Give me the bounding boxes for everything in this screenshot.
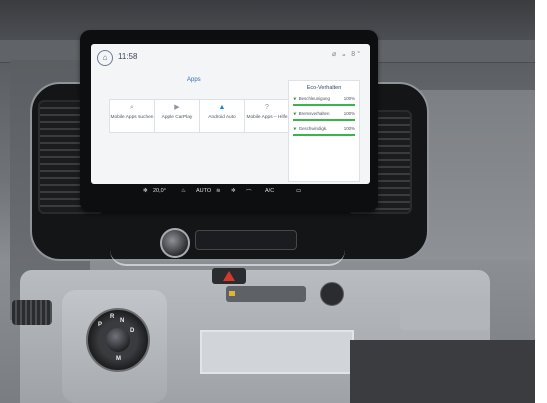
eco-value: 100% bbox=[343, 96, 355, 101]
right-cubby bbox=[400, 300, 490, 330]
eco-panel[interactable]: Eco-Verhalten ❦ Beschleunigung 100% ❦ Brems… bbox=[288, 80, 360, 182]
climate-bar[interactable]: ✻ 20,0° ♨ AUTO ≋ ✲ ⌒ A/C ▭ bbox=[91, 184, 370, 202]
eco-fill bbox=[293, 104, 355, 106]
android-auto-icon: ▲ bbox=[218, 104, 226, 111]
ac-button[interactable]: A/C bbox=[265, 188, 274, 194]
tile-apple-carplay[interactable]: ▶ Apple CarPlay bbox=[154, 99, 200, 133]
seat-heat-icon[interactable]: ♨ bbox=[181, 188, 186, 194]
eco-bar bbox=[293, 104, 355, 106]
gear-selector[interactable]: R N P D M bbox=[86, 308, 150, 372]
clock: 11:58 bbox=[118, 52, 138, 61]
eco-bar bbox=[293, 119, 355, 121]
floor bbox=[350, 340, 535, 403]
eco-value: 100% bbox=[343, 126, 355, 131]
tile-label: Mobile Apps suchen bbox=[110, 115, 154, 120]
eco-bar bbox=[293, 134, 355, 136]
eco-label: Beschleunigung bbox=[298, 96, 330, 101]
temperature-readout[interactable]: 20,0° bbox=[153, 188, 166, 194]
auto-button[interactable]: AUTO bbox=[196, 188, 211, 194]
wireless-charging-slot bbox=[226, 286, 306, 302]
eco-label: Geschwindigk. bbox=[298, 126, 328, 131]
eco-row-speed: ❦ Geschwindigk. 100% bbox=[293, 126, 355, 136]
charging-indicator-icon bbox=[229, 291, 235, 296]
center-button-row[interactable] bbox=[195, 230, 297, 250]
eco-title: Eco-Verhalten bbox=[306, 85, 342, 91]
leaf-icon: ❦ bbox=[293, 126, 297, 131]
rear-defrost-icon[interactable]: ▭ bbox=[296, 188, 301, 194]
carplay-icon: ▶ bbox=[174, 104, 180, 111]
leaf-icon: ❦ bbox=[293, 96, 297, 101]
gear-letter: D bbox=[130, 328, 135, 334]
tile-mobile-apps-help[interactable]: ? Mobile Apps – Hilfe bbox=[244, 99, 290, 133]
eco-fill bbox=[293, 134, 355, 136]
tile-label: Android Auto bbox=[208, 115, 236, 120]
leaf-icon: ❦ bbox=[293, 111, 297, 116]
eco-fill bbox=[293, 119, 355, 121]
help-icon: ? bbox=[265, 104, 269, 111]
eco-row-braking: ❦ Bremsverhalten 100% bbox=[293, 111, 355, 121]
eco-row-acceleration: ❦ Beschleunigung 100% bbox=[293, 96, 355, 106]
gear-knob[interactable] bbox=[106, 328, 130, 352]
defrost-icon[interactable]: ⌒ bbox=[246, 188, 252, 196]
tile-label: Apple CarPlay bbox=[161, 115, 193, 120]
pedal bbox=[12, 300, 52, 325]
gear-letter: M bbox=[116, 356, 121, 362]
round-control-button[interactable] bbox=[320, 282, 344, 306]
tile-android-auto[interactable]: ▲ Android Auto bbox=[199, 99, 245, 133]
gear-letter: P bbox=[98, 322, 103, 328]
tile-label: Mobile Apps – Hilfe bbox=[246, 115, 288, 120]
dashboard-photo: ⌂ 11:58 ⌀ 𝄪 8° Apps ⌕ Mobile Apps suchen… bbox=[0, 0, 547, 403]
fan-icon[interactable]: ✻ bbox=[143, 188, 148, 194]
fan-speed-icon[interactable]: ✲ bbox=[231, 188, 236, 194]
hazard-icon bbox=[223, 271, 235, 281]
eco-label: Bremsverhalten bbox=[298, 111, 330, 116]
gear-letter: N bbox=[120, 318, 125, 324]
eco-value: 100% bbox=[343, 111, 355, 116]
status-icons: ⌀ 𝄪 8° bbox=[332, 51, 362, 58]
chrome-trim bbox=[110, 250, 345, 266]
tile-mobile-apps-search[interactable]: ⌕ Mobile Apps suchen bbox=[109, 99, 155, 133]
storage-tray bbox=[200, 330, 354, 374]
home-icon[interactable]: ⌂ bbox=[97, 50, 113, 66]
airflow-icon[interactable]: ≋ bbox=[216, 188, 221, 194]
image-border bbox=[535, 0, 547, 403]
infotainment-screen[interactable]: ⌂ 11:58 ⌀ 𝄪 8° Apps ⌕ Mobile Apps suchen… bbox=[91, 44, 370, 184]
apps-title: Apps bbox=[187, 77, 201, 83]
gear-letter: R bbox=[110, 314, 115, 320]
search-apps-icon: ⌕ bbox=[130, 104, 134, 111]
hazard-button[interactable] bbox=[212, 268, 246, 284]
